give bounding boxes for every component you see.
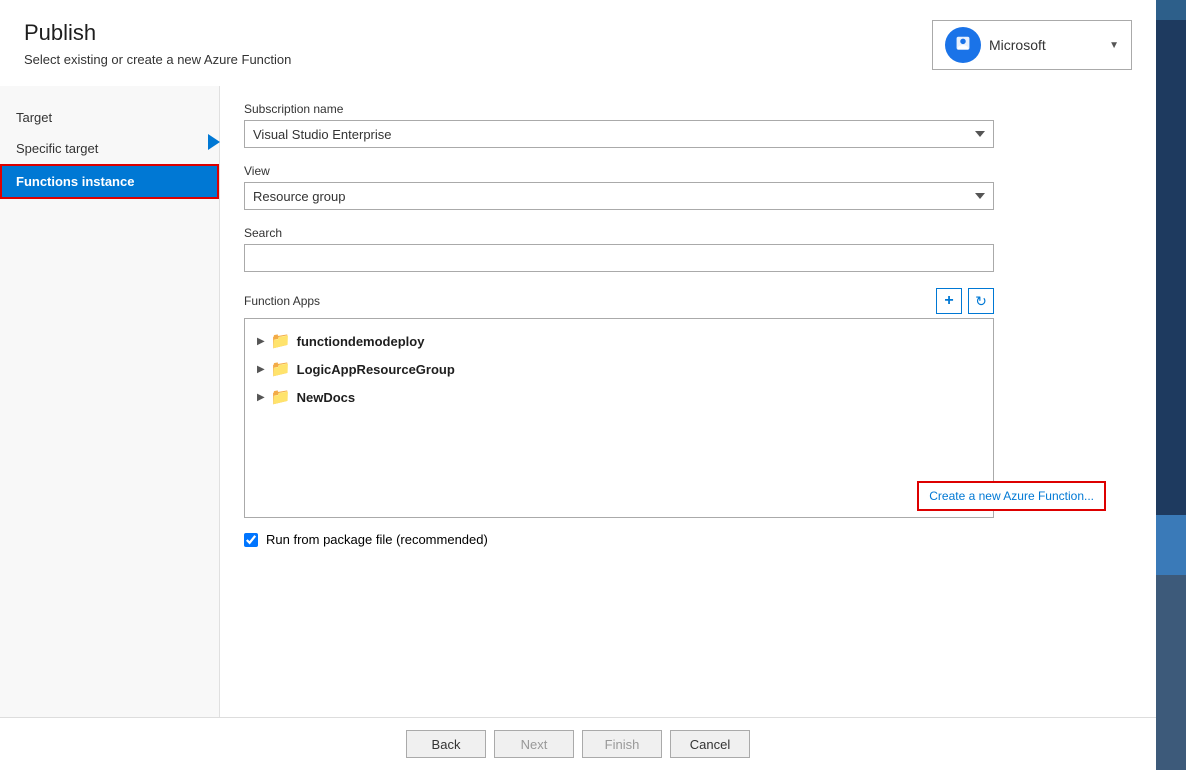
sidebar-item-functions-instance[interactable]: Functions instance [0, 164, 219, 199]
folder-icon-1: 📁 [271, 331, 291, 351]
account-selector[interactable]: Microsoft ▼ [932, 20, 1132, 70]
search-input[interactable] [244, 244, 994, 272]
sidebar-space [1156, 20, 1186, 215]
add-function-button[interactable]: + [936, 288, 962, 314]
left-nav: Target Specific target Functions instanc… [0, 86, 220, 717]
body-area: Target Specific target Functions instanc… [0, 86, 1156, 717]
view-select[interactable]: Resource group [244, 182, 994, 210]
subscription-label: Subscription name [244, 102, 1126, 116]
page-subtitle: Select existing or create a new Azure Fu… [24, 52, 291, 67]
package-file-checkbox[interactable] [244, 533, 258, 547]
tree-item[interactable]: ▶ 📁 functiondemodeploy [253, 327, 985, 355]
scrollbar-thumb[interactable] [1156, 515, 1186, 575]
package-file-row: Run from package file (recommended) [244, 532, 1126, 547]
tree-label-3: NewDocs [297, 390, 356, 405]
back-button[interactable]: Back [406, 730, 486, 758]
search-label: Search [244, 226, 1126, 240]
cancel-button[interactable]: Cancel [670, 730, 750, 758]
folder-icon-2: 📁 [271, 359, 291, 379]
create-azure-function-tooltip[interactable]: Create a new Azure Function... [917, 481, 1106, 511]
page-title: Publish [24, 20, 291, 46]
function-apps-header: Function Apps + ↻ [244, 288, 994, 314]
function-apps-list: ▶ 📁 functiondemodeploy ▶ 📁 LogicAppResou… [244, 318, 994, 518]
package-file-label: Run from package file (recommended) [266, 532, 488, 547]
nav-active-arrow [208, 134, 220, 150]
next-button[interactable]: Next [494, 730, 574, 758]
subscription-select[interactable]: Visual Studio Enterprise [244, 120, 994, 148]
expand-arrow-2[interactable]: ▶ [257, 364, 265, 375]
finish-button[interactable]: Finish [582, 730, 662, 758]
account-icon [945, 27, 981, 63]
function-apps-actions: + ↻ [936, 288, 994, 314]
subscription-group: Subscription name Visual Studio Enterpri… [244, 102, 1126, 148]
create-tooltip-text: Create a new Azure Function... [929, 489, 1094, 503]
tree-item[interactable]: ▶ 📁 NewDocs [253, 383, 985, 411]
tree-label-2: LogicAppResourceGroup [297, 362, 455, 377]
view-group: View Resource group [244, 164, 1126, 210]
sidebar-item-specific-target[interactable]: Specific target [0, 133, 219, 164]
form-area: Subscription name Visual Studio Enterpri… [220, 86, 1156, 717]
folder-icon-3: 📁 [271, 387, 291, 407]
tree-label-1: functiondemodeploy [297, 334, 425, 349]
expand-arrow-3[interactable]: ▶ [257, 392, 265, 403]
sidebar-bottom-space [1156, 575, 1186, 770]
publish-header: Publish Select existing or create a new … [0, 0, 1156, 86]
view-label: View [244, 164, 1126, 178]
dialog-footer: Back Next Finish Cancel [0, 717, 1156, 770]
functions-instance-label: Functions instance [16, 174, 134, 189]
expand-arrow-1[interactable]: ▶ [257, 336, 265, 347]
specific-target-label: Specific target [16, 141, 98, 156]
right-sidebar [1156, 0, 1186, 770]
account-dropdown-icon[interactable]: ▼ [1109, 40, 1119, 51]
function-apps-label: Function Apps [244, 294, 320, 308]
plus-icon: + [944, 292, 953, 310]
target-label: Target [16, 110, 52, 125]
refresh-button[interactable]: ↻ [968, 288, 994, 314]
tree-item[interactable]: ▶ 📁 LogicAppResourceGroup [253, 355, 985, 383]
refresh-icon: ↻ [975, 293, 987, 310]
sidebar-item-target[interactable]: Target [0, 102, 219, 133]
account-name: Microsoft [989, 37, 1101, 53]
search-group: Search [244, 226, 1126, 272]
sidebar-top-bar [1156, 0, 1186, 20]
form-container: Subscription name Visual Studio Enterpri… [220, 86, 1156, 717]
header-left: Publish Select existing or create a new … [24, 20, 291, 67]
